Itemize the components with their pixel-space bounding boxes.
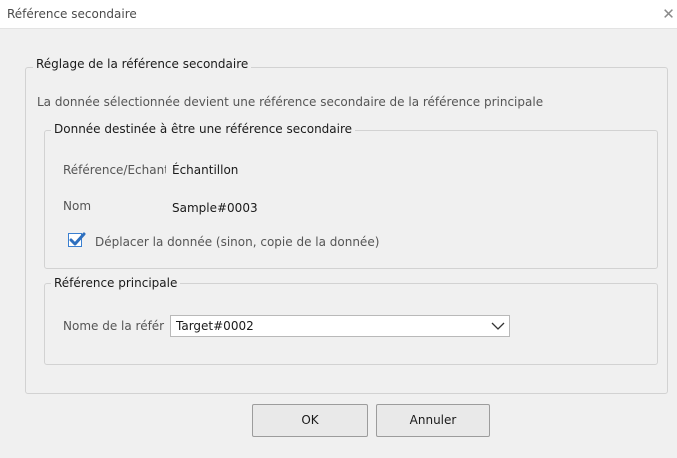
move-data-checkbox[interactable] xyxy=(68,232,86,247)
reference-value: Échantillon xyxy=(172,163,239,177)
checkmark-icon xyxy=(69,232,86,246)
data-group-legend: Donnée destinée à être une référence sec… xyxy=(51,122,356,136)
chevron-down-icon xyxy=(491,322,505,330)
main-reference-name-label: Nome de la référ xyxy=(63,319,165,333)
description-text: La donnée sélectionnée devient une référ… xyxy=(37,95,544,109)
ok-button[interactable]: OK xyxy=(252,404,368,437)
name-label: Nom xyxy=(63,199,92,213)
cancel-button[interactable]: Annuler xyxy=(376,404,490,437)
title-bar: Référence secondaire ✕ xyxy=(0,0,677,29)
main-reference-select[interactable]: Target#0002 xyxy=(170,315,510,337)
main-reference-group-legend: Référence principale xyxy=(51,276,181,290)
name-value: Sample#0003 xyxy=(172,201,258,215)
move-data-checkbox-label[interactable]: Déplacer la donnée (sinon, copie de la d… xyxy=(95,235,379,249)
settings-group-legend: Réglage de la référence secondaire xyxy=(33,57,252,71)
reference-label: Référence/Echant xyxy=(63,163,166,177)
main-reference-select-value: Target#0002 xyxy=(176,319,254,333)
close-icon[interactable]: ✕ xyxy=(660,4,677,24)
window-title: Référence secondaire xyxy=(7,7,137,21)
